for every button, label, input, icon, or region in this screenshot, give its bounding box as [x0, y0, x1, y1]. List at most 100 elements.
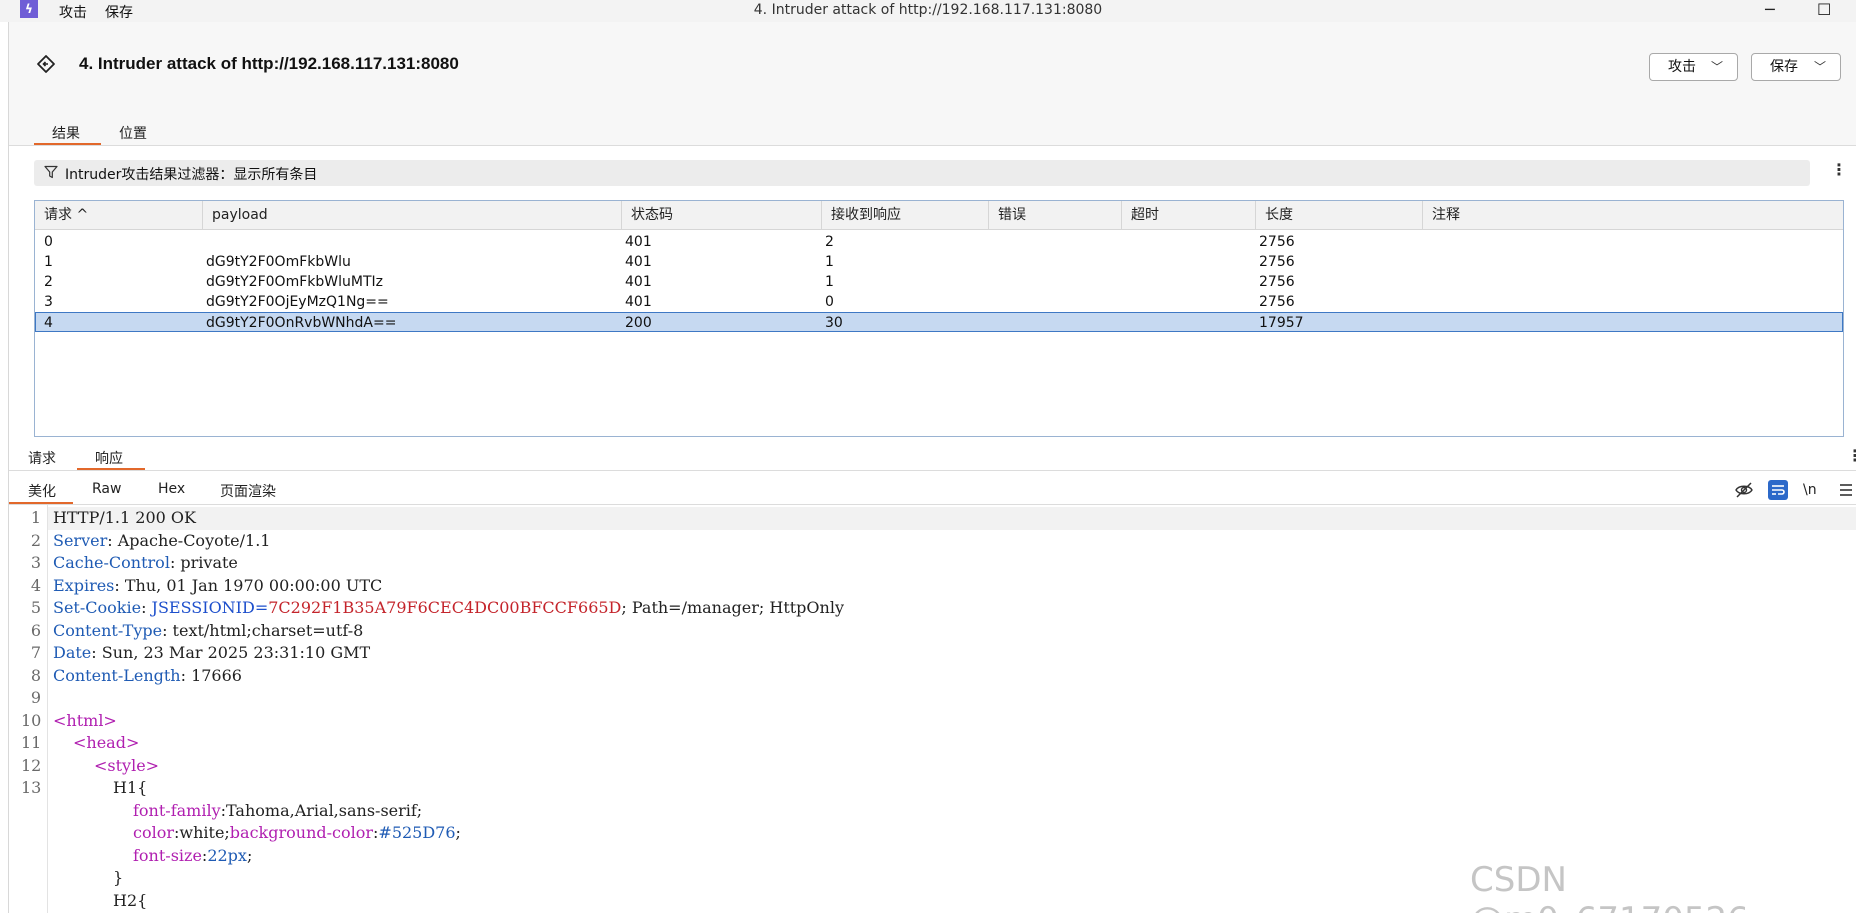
minimize-icon[interactable]: ─: [1765, 0, 1775, 19]
tab-render[interactable]: 页面渲染: [220, 481, 276, 501]
table-row-selected[interactable]: 4 dG9tY2F0OnRvbWNhdA== 200 30 17957: [35, 312, 1843, 332]
header-key: Cache-Control: [53, 553, 170, 572]
code-line: Content-Length: 17666: [53, 666, 242, 685]
maximize-icon[interactable]: ☐: [1817, 0, 1831, 19]
table-row[interactable]: 0 401 2 2756: [35, 232, 1843, 252]
code-line: color:white;background-color:#525D76;: [133, 823, 461, 842]
html-tag: <head>: [73, 733, 140, 752]
table-header: 请求 ^ payload 状态码 接收到响应 错误 超时 长度 注释: [35, 201, 1843, 230]
newline-icon[interactable]: \n: [1803, 480, 1823, 500]
cell-received: 1: [825, 274, 834, 290]
cell-request: 1: [44, 254, 53, 270]
current-line-highlight: [47, 507, 1856, 530]
cell-request: 2: [44, 274, 53, 290]
table-row[interactable]: 2 dG9tY2F0OmFkbWluMTIz 401 1 2756: [35, 272, 1843, 292]
save-button-label: 保存: [1770, 59, 1798, 75]
active-tab-indicator: [9, 502, 73, 504]
watermark: CSDN @m0_67170526: [1470, 860, 1749, 913]
cell-request: 0: [44, 234, 53, 250]
cell-status: 401: [625, 274, 652, 290]
line-number: 1: [30, 508, 41, 527]
window-titlebar: ϟ 攻击 保存 4. Intruder attack of http://192…: [0, 0, 1856, 22]
code-line: Expires: Thu, 01 Jan 1970 00:00:00 UTC: [53, 576, 382, 595]
results-filter-bar[interactable]: Intruder攻击结果过滤器：显示所有条目: [34, 160, 1810, 186]
css-property: background-color: [229, 823, 374, 842]
cell-request: 3: [44, 294, 53, 310]
html-tag: <style>: [94, 756, 160, 775]
line-number: 12: [21, 756, 42, 775]
code-line: font-size:22px;: [133, 846, 252, 865]
header-key: Server: [53, 531, 108, 550]
table-row[interactable]: 1 dG9tY2F0OmFkbWlu 401 1 2756: [35, 252, 1843, 272]
line-number: 3: [30, 553, 41, 572]
code-line: }: [113, 868, 123, 887]
cell-length: 2756: [1259, 274, 1295, 290]
code-line: HTTP/1.1 200 OK: [53, 508, 196, 527]
attack-dropdown-button[interactable]: 攻击 ﹀: [1649, 53, 1738, 81]
css-selector: H1{: [113, 778, 148, 797]
css-property: color: [133, 823, 174, 842]
column-header-received[interactable]: 接收到响应: [822, 201, 989, 230]
filter-more-icon[interactable]: ⋮: [1831, 160, 1847, 179]
tab-hex[interactable]: Hex: [158, 481, 185, 497]
editor-gutter-divider: [47, 505, 48, 913]
attack-tabs: 结果 位置: [9, 117, 1856, 146]
save-dropdown-button[interactable]: 保存 ﹀: [1751, 53, 1841, 81]
code-line: Server: Apache-Coyote/1.1: [53, 531, 270, 550]
line-number: 8: [30, 666, 41, 685]
css-brace: }: [113, 868, 124, 887]
tab-request[interactable]: 请求: [28, 448, 56, 468]
header-value: : 17666: [180, 666, 242, 685]
response-editor[interactable]: [9, 505, 1856, 913]
header-value: : Sun, 23 Mar 2025 23:31:10 GMT: [91, 643, 371, 662]
tab-raw[interactable]: Raw: [92, 481, 121, 497]
line-number: 9: [30, 688, 41, 707]
column-header-status[interactable]: 状态码: [622, 201, 822, 230]
table-row[interactable]: 3 dG9tY2F0OjEyMzQ1Ng== 401 0 2756: [35, 292, 1843, 312]
header-sep: :: [141, 598, 152, 617]
view-tabs: 美化 Raw Hex 页面渲染: [9, 475, 1856, 505]
html-tag: <html>: [53, 711, 117, 730]
line-number: 2: [30, 531, 41, 550]
column-header-timeout[interactable]: 超时: [1122, 201, 1256, 230]
css-value: :Tahoma,Arial,sans-serif;: [220, 801, 423, 820]
column-header-comment[interactable]: 注释: [1423, 201, 1843, 230]
header-key: Set-Cookie: [53, 598, 142, 617]
tab-pretty[interactable]: 美化: [28, 481, 56, 501]
css-semi: ;: [455, 823, 461, 842]
code-line: Date: Sun, 23 Mar 2025 23:31:10 GMT: [53, 643, 370, 662]
column-header-length[interactable]: 长度: [1256, 201, 1423, 230]
message-more-icon[interactable]: ⋮: [1847, 446, 1856, 465]
active-tab-indicator: [34, 143, 101, 145]
header-key: Content-Length: [53, 666, 181, 685]
line-number: 4: [30, 576, 41, 595]
column-header-payload[interactable]: payload: [203, 201, 622, 230]
column-header-request[interactable]: 请求 ^: [35, 201, 203, 230]
cell-received: 0: [825, 294, 834, 310]
cell-status: 401: [625, 234, 652, 250]
back-icon[interactable]: [36, 54, 56, 74]
results-table: 请求 ^ payload 状态码 接收到响应 错误 超时 长度 注释 0 401…: [34, 200, 1844, 437]
header-value: : Thu, 01 Jan 1970 00:00:00 UTC: [114, 576, 383, 595]
cell-length: 2756: [1259, 254, 1295, 270]
chevron-down-icon: ﹀: [1710, 60, 1723, 74]
css-value: #525D76: [378, 823, 456, 842]
tab-response[interactable]: 响应: [95, 448, 123, 468]
chevron-down-icon: ﹀: [1813, 60, 1826, 74]
css-value: :white;: [174, 823, 230, 842]
column-header-error[interactable]: 错误: [989, 201, 1122, 230]
cell-payload: dG9tY2F0OnRvbWNhdA==: [206, 315, 397, 331]
cell-received: 2: [825, 234, 834, 250]
wrap-lines-icon[interactable]: [1768, 480, 1788, 500]
cell-length: 17957: [1259, 315, 1304, 331]
code-line: H2{: [113, 891, 147, 910]
css-property: font-size: [133, 846, 202, 865]
menu-icon[interactable]: [1836, 480, 1856, 500]
hide-nonprintable-icon[interactable]: [1734, 480, 1754, 500]
cookie-value: 7C292F1B35A79F6CEC4DC00BFCCF665D: [268, 598, 622, 617]
cell-length: 2756: [1259, 234, 1295, 250]
header-key: Date: [53, 643, 92, 662]
tab-results[interactable]: 结果: [52, 123, 80, 143]
tab-positions[interactable]: 位置: [119, 123, 147, 143]
line-number: 7: [30, 643, 41, 662]
